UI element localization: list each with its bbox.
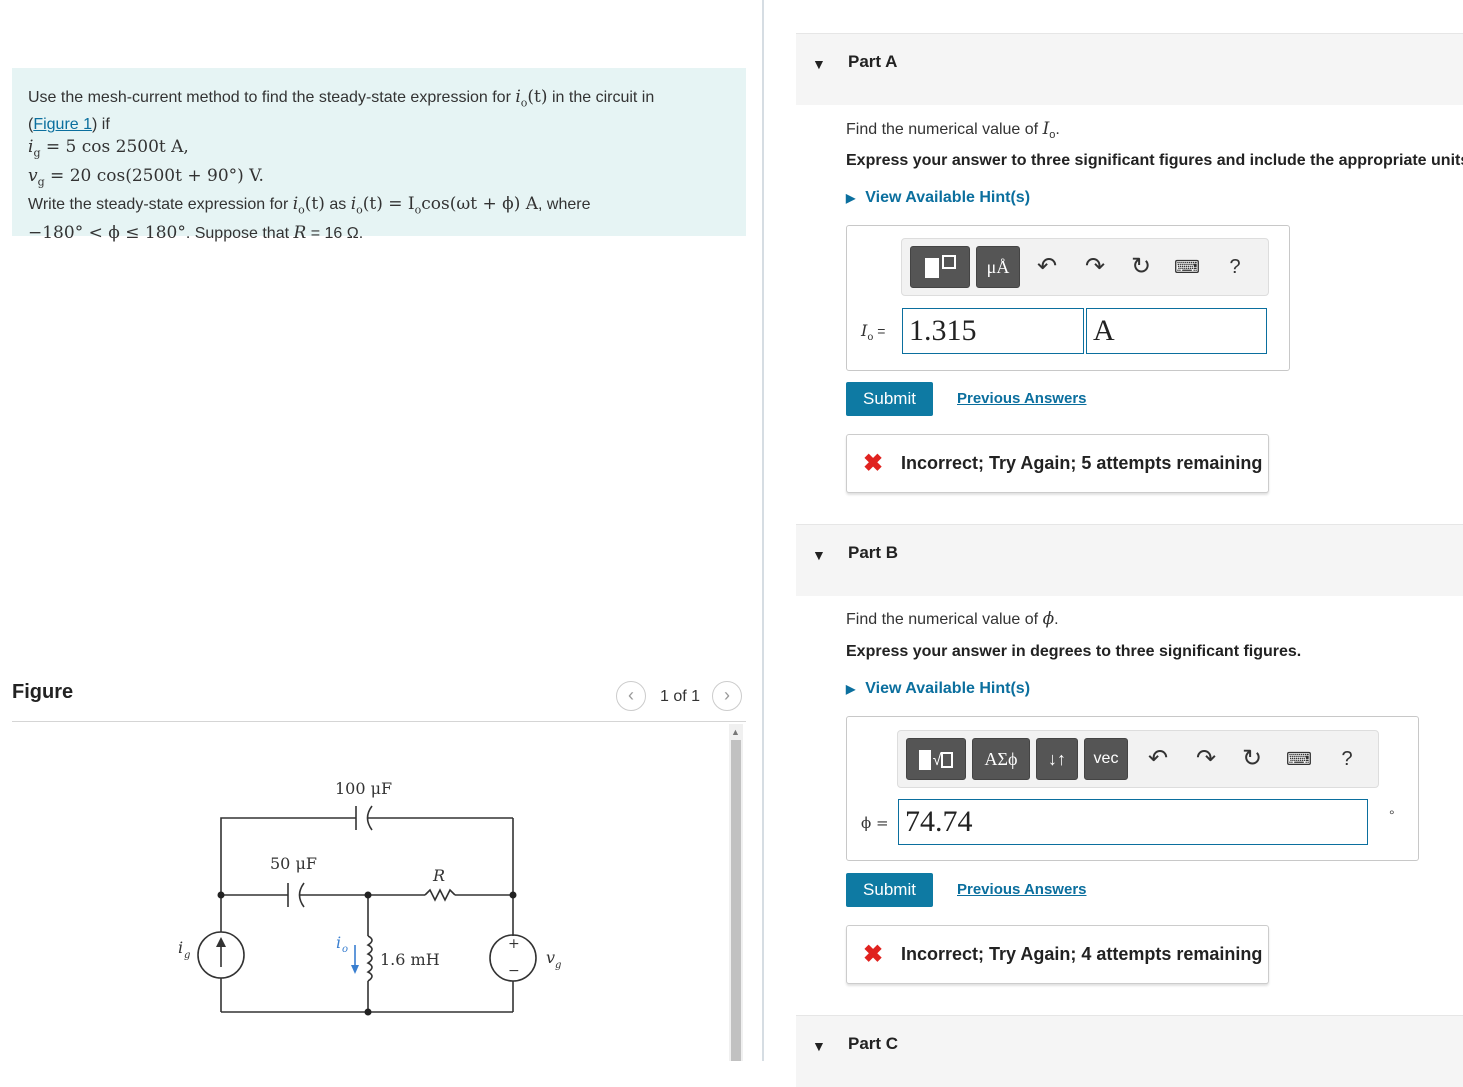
problem-line-2: (Figure 1) if [28, 116, 110, 134]
caret-down-icon[interactable]: ▼ [812, 1038, 826, 1054]
svg-text:g: g [555, 960, 561, 971]
part-b-instruction: Express your answer in degrees to three … [846, 643, 1302, 660]
part-b-feedback: ✖ Incorrect; Try Again; 4 attempts remai… [846, 925, 1269, 984]
ig-equation: ig = 5 cos 2500t A, [28, 137, 189, 160]
io-label: i [336, 933, 341, 952]
part-b-title: Part B [848, 543, 899, 562]
vg-equation: vg = 20 cos(2500t + 90°) V. [28, 165, 264, 189]
left-panel: Use the mesh-current method to find the … [0, 0, 763, 1061]
minus-sign: − [508, 963, 520, 979]
part-b-submit-button[interactable]: Submit [846, 873, 933, 907]
vg-label: v [546, 948, 555, 967]
degree-symbol: ° [1389, 807, 1395, 823]
part-b-toolbar: √ ΑΣϕ ↓↑ vec ↶ ↷ ↻ ⌨ ? [897, 730, 1379, 788]
chevron-right-icon: › [724, 685, 730, 705]
part-c-header[interactable]: ▼ Part C [796, 1015, 1463, 1087]
problem-line-1: Use the mesh-current method to find the … [28, 87, 655, 110]
part-a-feedback: ✖ Incorrect; Try Again; 5 attempts remai… [846, 434, 1269, 493]
chevron-left-icon: ‹ [628, 685, 634, 705]
figure-title: Figure [12, 681, 74, 703]
panel-divider [762, 0, 764, 1061]
subscript-button[interactable]: ↓↑ [1036, 738, 1078, 780]
part-a-title: Part A [848, 52, 898, 71]
help-icon[interactable]: ? [1332, 745, 1362, 773]
greek-symbols-button[interactable]: ΑΣϕ [972, 738, 1030, 780]
problem-line-5: Write the steady-state expression for io… [28, 194, 591, 217]
vector-button[interactable]: vec [1084, 738, 1128, 780]
template-icon [918, 750, 931, 771]
undo-icon[interactable]: ↶ [1143, 745, 1173, 773]
templates-button[interactable] [910, 246, 970, 288]
caret-right-icon: ▶ [846, 682, 856, 696]
keyboard-icon[interactable]: ⌨ [1284, 745, 1314, 773]
next-figure-button[interactable]: › [712, 681, 742, 711]
units-button[interactable]: μÅ [976, 246, 1020, 288]
help-icon[interactable]: ? [1220, 253, 1250, 281]
scroll-up-icon[interactable]: ▲ [731, 727, 740, 737]
caret-down-icon[interactable]: ▼ [812, 547, 826, 563]
part-a-submit-button[interactable]: Submit [846, 382, 933, 416]
part-a-header[interactable]: ▼ Part A [796, 33, 1463, 105]
capacitor-100uf-label: 100 μF [335, 779, 392, 798]
inductor-label: 1.6 mH [380, 950, 440, 969]
undo-icon[interactable]: ↶ [1032, 253, 1062, 281]
part-a-value-input[interactable]: 1.315 [902, 308, 1084, 354]
part-b-value-input[interactable]: 74.74 [898, 799, 1368, 845]
templates-button[interactable]: √ [906, 738, 966, 780]
caret-down-icon[interactable]: ▼ [812, 56, 826, 72]
part-a-answer-box: μÅ ↶ ↷ ↻ ⌨ ? Io = 1.315 A [846, 225, 1290, 371]
figure-header: Figure ‹ 1 of 1 › [12, 676, 746, 722]
redo-icon[interactable]: ↷ [1080, 253, 1110, 281]
problem-statement: Use the mesh-current method to find the … [12, 68, 746, 243]
reset-icon[interactable]: ↻ [1126, 253, 1156, 281]
circuit-diagram: 100 μF 50 μF R 1.6 mH i g i o v g + − [178, 779, 561, 1016]
part-b-previous-answers-link[interactable]: Previous Answers [957, 881, 1087, 898]
keyboard-icon[interactable]: ⌨ [1172, 253, 1202, 281]
part-b-hint-link[interactable]: ▶ View Available Hint(s) [846, 680, 1030, 698]
part-a-units-input[interactable]: A [1086, 308, 1267, 354]
error-x-icon: ✖ [863, 941, 884, 968]
svg-text:o: o [342, 944, 348, 955]
redo-icon[interactable]: ↷ [1191, 745, 1221, 773]
part-a-instruction: Express your answer to three significant… [846, 152, 1463, 169]
part-a-previous-answers-link[interactable]: Previous Answers [957, 390, 1087, 407]
problem-line-6: −180° < ϕ ≤ 180°. Suppose that R = 16 Ω. [28, 222, 364, 243]
part-b-header[interactable]: ▼ Part B [796, 524, 1463, 596]
figure-scrollbar[interactable]: ▲ [729, 724, 743, 1061]
error-x-icon: ✖ [863, 450, 884, 477]
part-b-answer-box: √ ΑΣϕ ↓↑ vec ↶ ↷ ↻ ⌨ ? ϕ = 74.74 ° [846, 716, 1419, 861]
part-a-field-label: Io = [861, 321, 886, 344]
plus-sign: + [508, 936, 520, 952]
figure-1-link[interactable]: Figure 1 [33, 116, 92, 133]
prev-figure-button[interactable]: ‹ [616, 681, 646, 711]
capacitor-50uf-label: 50 μF [270, 854, 317, 873]
figure-pager: 1 of 1 [660, 688, 701, 705]
part-b-field-label: ϕ = [861, 814, 889, 832]
resistor-label: R [432, 866, 445, 885]
reset-icon[interactable]: ↻ [1237, 745, 1267, 773]
part-a-toolbar: μÅ ↶ ↷ ↻ ⌨ ? [901, 238, 1269, 296]
ig-label: i [178, 938, 183, 957]
part-c-title: Part C [848, 1034, 899, 1053]
scroll-thumb[interactable] [731, 740, 741, 1061]
svg-text:g: g [184, 950, 190, 961]
template-icon [924, 258, 939, 279]
part-a-hint-link[interactable]: ▶ View Available Hint(s) [846, 189, 1030, 207]
part-b-prompt: Find the numerical value of ϕ. [846, 609, 1059, 629]
part-a-prompt: Find the numerical value of Io. [846, 119, 1060, 142]
caret-right-icon: ▶ [846, 191, 856, 205]
